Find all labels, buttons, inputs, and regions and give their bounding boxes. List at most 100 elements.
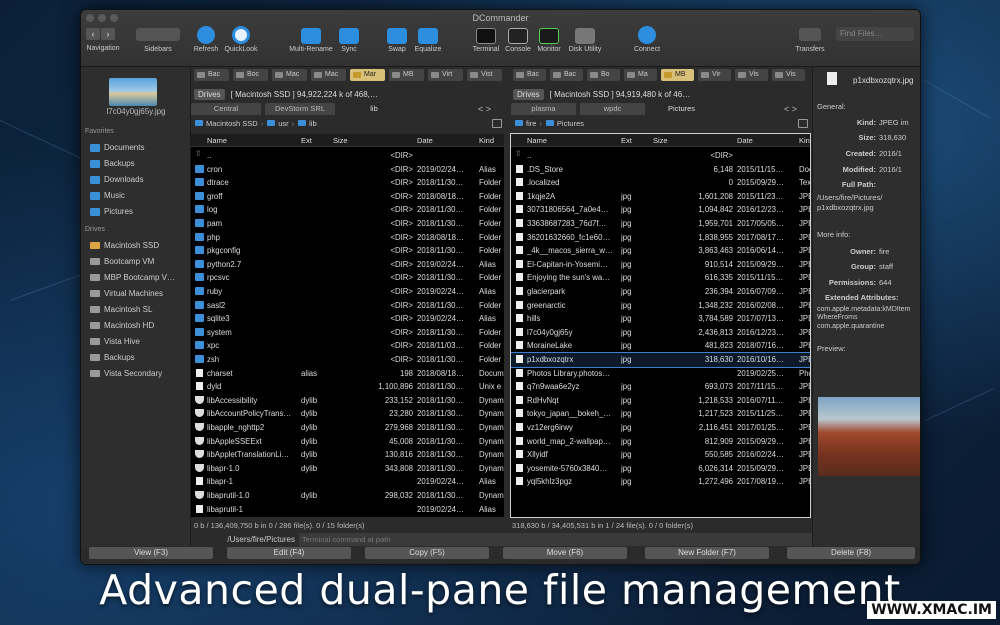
sync-button[interactable]: Sync xyxy=(337,26,361,53)
drive-tab[interactable]: MB xyxy=(661,69,694,81)
file-row[interactable]: python2.7 <DIR> 2019/02/24… Alias xyxy=(191,258,504,272)
file-row[interactable]: libAccountPolicyTrans… dylib 23,280 2018/11… xyxy=(191,407,504,421)
drive-tab[interactable]: Bac xyxy=(194,69,229,81)
sidebars-button[interactable]: Sidebars xyxy=(131,26,185,53)
breadcrumb-item[interactable]: Macintosh SSD xyxy=(206,119,258,128)
drive-tab[interactable]: Mac xyxy=(272,69,307,81)
column-kind[interactable]: Kind xyxy=(479,136,494,145)
sidebar-item-music[interactable]: Music xyxy=(90,191,125,200)
drive-tab[interactable]: Vis xyxy=(772,69,805,81)
new-folder-button[interactable]: New Folder (F7) xyxy=(645,547,769,559)
forward-button[interactable]: › xyxy=(101,28,115,40)
file-row[interactable]: vz12erg6irwyjpg2,116,4512017/01/25…JPEG xyxy=(511,421,810,435)
file-row[interactable]: system <DIR> 2018/11/30… Folder xyxy=(191,326,504,340)
search-input[interactable]: Find Files… xyxy=(836,27,914,41)
sidebar-drive-item[interactable]: Vista Secondary xyxy=(90,369,162,378)
folder-tab[interactable]: Central xyxy=(191,103,261,115)
file-row[interactable]: p1xdbxozqtrxjpg318,6302016/10/16…JPEG xyxy=(511,352,810,368)
file-row[interactable]: RdHvNqtjpg1,218,5332016/07/11…JPEG xyxy=(511,394,810,408)
file-row[interactable]: cron <DIR> 2019/02/24… Alias xyxy=(191,163,504,177)
file-row[interactable]: php <DIR> 2018/08/18… Folder xyxy=(191,231,504,245)
drive-tab[interactable]: Boc xyxy=(233,69,268,81)
file-row[interactable]: libAppletTranslationLi… dylib 130,816 2018/… xyxy=(191,448,504,462)
sidebar-drive-item[interactable]: Vista Hive xyxy=(90,337,140,346)
sidebar-drive-item[interactable]: Virtual Machines xyxy=(90,289,163,298)
drive-tab[interactable]: Mac xyxy=(311,69,346,81)
file-row[interactable]: glacierparkjpg236,3942016/07/09…JPEG xyxy=(511,285,810,299)
file-row[interactable]: greenarcticjpg1,348,2322016/02/08…JPEG xyxy=(511,299,810,313)
file-row[interactable]: ruby <DIR> 2019/02/24… Alias xyxy=(191,285,504,299)
tab-nav-arrows[interactable]: < > xyxy=(784,104,797,114)
file-row[interactable]: .localized 0 2015/09/29… Tex xyxy=(511,176,810,190)
move-button[interactable]: Move (F6) xyxy=(503,547,627,559)
sidebar-drive-item[interactable]: Macintosh SSD xyxy=(90,241,159,250)
breadcrumb-item[interactable]: Pictures xyxy=(557,119,584,128)
sidebar-item-downloads[interactable]: Downloads xyxy=(90,175,144,184)
file-row[interactable]: 1kqje2Ajpg1,601,2082015/11/23…JPEG xyxy=(511,190,810,204)
file-row[interactable]: zsh <DIR> 2018/11/30… Folder xyxy=(191,353,504,367)
drive-tab[interactable]: Virt xyxy=(428,69,463,81)
file-row[interactable]: ⇧.. <DIR> xyxy=(511,149,810,163)
monitor-button[interactable]: Monitor xyxy=(534,26,564,53)
file-row[interactable]: Enjoying the sun's wa… jpg 616,335 2015/11/… xyxy=(511,271,810,285)
back-button[interactable]: ‹ xyxy=(86,28,100,40)
file-row[interactable]: ⇧.. <DIR> xyxy=(191,149,504,163)
column-name[interactable]: Name xyxy=(207,136,227,145)
file-row[interactable]: world_map_2-wallpap… jpg 812,909 2015/09/29… xyxy=(511,435,810,449)
file-row[interactable]: yql5khlz3pgzjpg1,272,4962017/08/19…JPEG xyxy=(511,475,810,489)
file-row[interactable]: pkgconfig <DIR> 2018/11/30… Folder xyxy=(191,244,504,258)
file-row[interactable]: 33638687283_76d7f… jpg 1,959,701 2017/05/05… xyxy=(511,217,810,231)
column-ext[interactable]: Ext xyxy=(301,136,312,145)
sidebar-item-documents[interactable]: Documents xyxy=(90,143,144,152)
file-row[interactable]: libaprutil-1.0 dylib 298,032 2018/11/30… Dyn… xyxy=(191,489,504,503)
tab-nav-arrows[interactable]: < > xyxy=(478,104,491,114)
file-row[interactable]: charset alias 198 2018/08/18… Docum xyxy=(191,367,504,381)
file-row[interactable]: xpc <DIR> 2018/11/03… Folder xyxy=(191,339,504,353)
sidebar-item-backups[interactable]: Backups xyxy=(90,159,135,168)
delete-button[interactable]: Delete (F8) xyxy=(787,547,915,559)
column-size[interactable]: Size xyxy=(333,136,348,145)
sidebar-drive-item[interactable]: MBP Bootcamp V… xyxy=(90,273,175,282)
file-row[interactable]: sasl2 <DIR> 2018/11/30… Folder xyxy=(191,299,504,313)
folder-tab[interactable]: wpdc xyxy=(580,103,645,115)
file-row[interactable]: 30731806564_7a0e4… jpg 1,094,842 2016/12/23… xyxy=(511,203,810,217)
file-row[interactable]: libaprutil-1 2019/02/24… Alias xyxy=(191,503,504,517)
breadcrumb-item[interactable]: fire xyxy=(526,119,536,128)
sidebar-drive-item[interactable]: Macintosh SL xyxy=(90,305,152,314)
file-row[interactable]: tokyo_japan__bokeh_… jpg 1,217,523 2015/11/… xyxy=(511,407,810,421)
file-row[interactable]: Xllyidfjpg550,5852016/02/24…JPEG xyxy=(511,448,810,462)
file-row[interactable]: _4k__macos_sierra_w… jpg 3,863,463 2016/06/… xyxy=(511,244,810,258)
split-toggle-icon[interactable] xyxy=(798,119,808,128)
drive-tab[interactable]: Vis xyxy=(735,69,768,81)
refresh-button[interactable]: Refresh xyxy=(193,26,219,53)
copy-button[interactable]: Copy (F5) xyxy=(365,547,489,559)
file-row[interactable]: Photos Library.photos… 2019/02/25… Pho xyxy=(511,367,810,381)
file-row[interactable]: 36201632660_fc1e60… jpg 1,838,955 2017/08/1… xyxy=(511,231,810,245)
folder-tab[interactable]: plasma xyxy=(511,103,576,115)
file-row[interactable]: El-Capitan-in-Yosemi… jpg 910,514 2015/09/2… xyxy=(511,258,810,272)
drive-tab[interactable]: Vir xyxy=(698,69,731,81)
column-size[interactable]: Size xyxy=(653,136,668,145)
file-row[interactable]: libapr-1.0 dylib 343,808 2018/11/30… Dynam xyxy=(191,462,504,476)
column-date[interactable]: Date xyxy=(417,136,433,145)
drive-tab[interactable]: MB xyxy=(389,69,424,81)
drive-tab[interactable]: Mar xyxy=(350,69,385,81)
file-row[interactable]: l7c04y0gj65yjpg2,436,8132016/12/23…JPEG xyxy=(511,326,810,340)
drives-dropdown[interactable]: Drives xyxy=(513,88,544,100)
multi-rename-button[interactable]: Multi-Rename xyxy=(285,26,337,53)
terminal-button[interactable]: Terminal xyxy=(470,26,502,53)
column-ext[interactable]: Ext xyxy=(621,136,632,145)
drive-tab[interactable]: Ma xyxy=(624,69,657,81)
file-row[interactable]: MoraineLakejpg481,8232018/07/16…JPEG xyxy=(511,339,810,353)
breadcrumb-item[interactable]: usr xyxy=(278,119,288,128)
drive-tab[interactable]: Bo xyxy=(587,69,620,81)
file-row[interactable]: libAccessibility dylib 233,152 2018/11/30… D… xyxy=(191,394,504,408)
transfers-button[interactable]: Transfers xyxy=(791,26,829,53)
file-row[interactable]: yosemite-5760x3840… jpg 6,026,314 2015/09/2… xyxy=(511,462,810,476)
file-row[interactable]: q7n9waa6e2yzjpg693,0732017/11/15…JPEG xyxy=(511,380,810,394)
split-toggle-icon[interactable] xyxy=(492,119,502,128)
folder-tab[interactable]: Pictures xyxy=(649,103,714,115)
drive-tab[interactable]: Bac xyxy=(513,69,546,81)
disk-utility-button[interactable]: Disk Utility xyxy=(565,26,605,53)
file-row[interactable]: dtrace <DIR> 2018/11/30… Folder xyxy=(191,176,504,190)
